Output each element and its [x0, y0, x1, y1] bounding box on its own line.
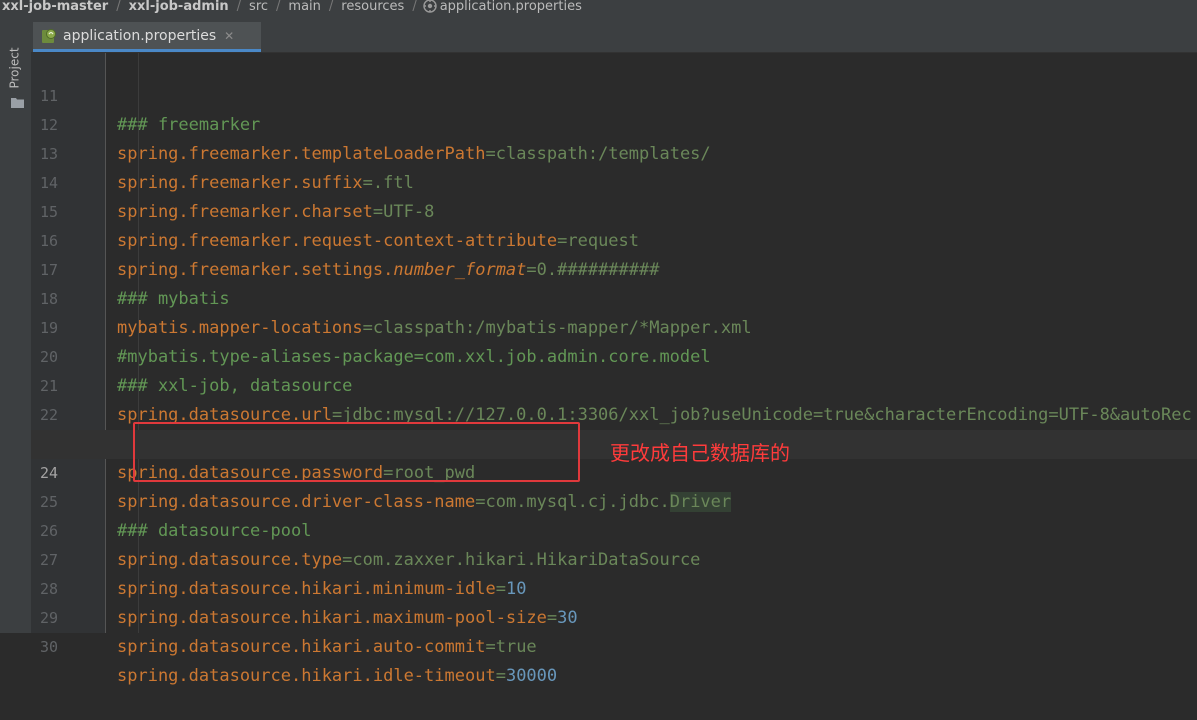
project-tool-tab[interactable]: Project	[4, 44, 26, 92]
code-line[interactable]: 15 spring.freemarker.request-context-att…	[31, 169, 1197, 251]
project-tool-label: Project	[8, 47, 22, 89]
code-line[interactable]: 14 spring.freemarker.charset=UTF-8	[31, 140, 1197, 222]
property-key: spring.datasource.hikari.auto-commit	[117, 637, 486, 657]
code-line[interactable]: 12 spring.freemarker.templateLoaderPath=…	[31, 82, 1197, 164]
property-key: spring.datasource.hikari.idle-timeout	[117, 666, 496, 686]
code-line[interactable]: 13 spring.freemarker.suffix=.ftl	[31, 111, 1197, 193]
tab-application-properties[interactable]: application.properties ✕	[33, 22, 261, 52]
editor-tab-bar: application.properties ✕	[31, 18, 1197, 53]
breadcrumb-separator: /	[412, 0, 417, 14]
code-editor[interactable]: 11 ### freemarker 12 spring.freemarker.t…	[31, 53, 1197, 686]
breadcrumb-file[interactable]: application.properties	[423, 0, 582, 14]
breadcrumb-project[interactable]: xxl-job-master	[0, 0, 110, 14]
breadcrumb-separator: /	[236, 0, 242, 14]
highlight-box	[133, 422, 580, 482]
code-line[interactable]: 18 mybatis.mapper-locations=classpath:/m…	[31, 256, 1197, 338]
spring-properties-icon	[41, 28, 57, 44]
code-line[interactable]: 19 #mybatis.type-aliases-package=com.xxl…	[31, 285, 1197, 367]
code-line[interactable]: 28 spring.datasource.hikari.maximum-pool…	[31, 546, 1197, 628]
tool-window-strip: Project	[0, 18, 32, 633]
code-line[interactable]: 20 ### xxl-job, datasource	[31, 314, 1197, 396]
code-line[interactable]: 21 spring.datasource.url=jdbc:mysql://12…	[31, 343, 1197, 425]
breadcrumb-src[interactable]: src	[247, 0, 270, 14]
breadcrumb-separator: /	[116, 0, 121, 14]
breadcrumb-resources[interactable]: resources	[339, 0, 406, 14]
annotation-text: 更改成自己数据库的	[610, 441, 790, 465]
code-line[interactable]: 30 spring.datasource.hikari.idle-timeout…	[31, 604, 1197, 686]
breadcrumb-module[interactable]: xxl-job-admin	[127, 0, 231, 14]
code-line[interactable]: 29 spring.datasource.hikari.auto-commit=…	[31, 575, 1197, 657]
spring-properties-icon	[423, 0, 437, 13]
code-line[interactable]: 16 spring.freemarker.settings.number_for…	[31, 198, 1197, 280]
code-line[interactable]: 26 spring.datasource.type=com.zaxxer.hik…	[31, 488, 1197, 570]
line-number: 30	[39, 638, 58, 656]
breadcrumb-separator: /	[276, 0, 281, 14]
breadcrumb-file-label: application.properties	[439, 0, 582, 14]
code-line[interactable]: 17 ### mybatis	[31, 227, 1197, 309]
property-value: 30000	[505, 666, 558, 686]
close-icon[interactable]: ✕	[224, 29, 234, 43]
folder-icon[interactable]	[11, 97, 24, 108]
breadcrumb-separator: /	[328, 0, 334, 14]
property-value: true	[495, 637, 537, 657]
breadcrumb: xxl-job-master / xxl-job-admin / src / m…	[0, 0, 1197, 19]
tab-label: application.properties	[63, 27, 217, 44]
breadcrumb-main[interactable]: main	[286, 0, 322, 14]
code-line[interactable]: 27 spring.datasource.hikari.minimum-idle…	[31, 517, 1197, 599]
code-line[interactable]: 11 ### freemarker	[31, 53, 1197, 135]
code-line[interactable]: 22 spring.datasource.username=root	[31, 372, 1197, 454]
